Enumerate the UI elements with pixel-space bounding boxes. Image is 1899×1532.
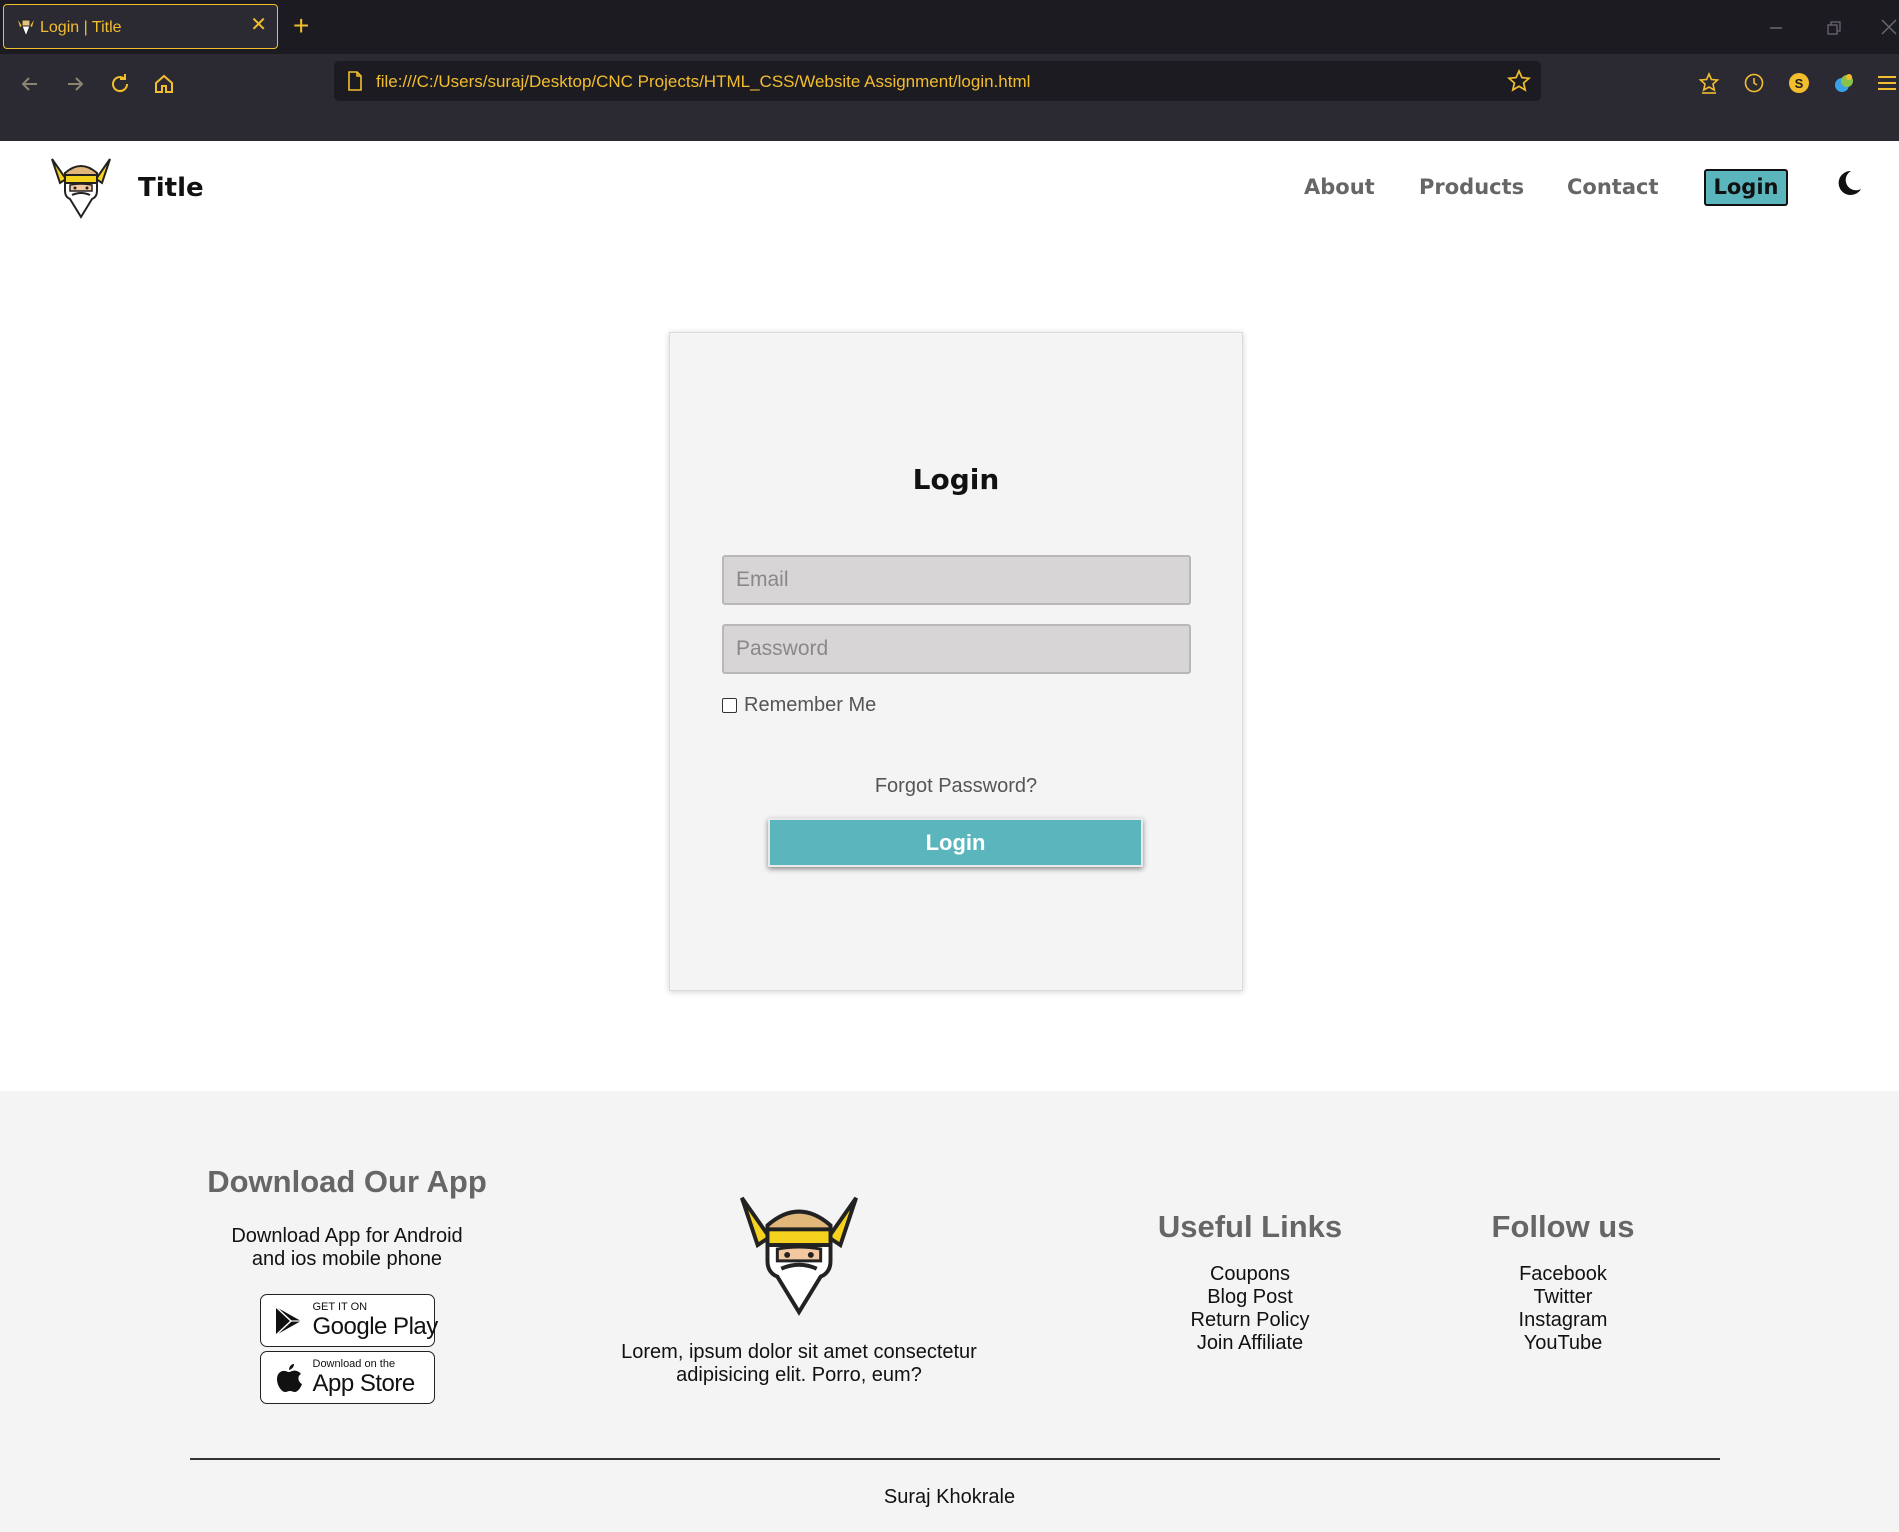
bookmarks-icon	[1698, 72, 1720, 94]
nav-link-contact[interactable]: Contact	[1567, 175, 1659, 199]
app-store-big-text: App Store	[312, 1370, 416, 1397]
google-play-big-text: Google Play	[312, 1313, 439, 1340]
restore-icon[interactable]	[1826, 20, 1842, 36]
back-button[interactable]	[12, 66, 48, 102]
minimize-icon[interactable]	[1768, 20, 1784, 36]
footer-credit: Suraj Khokrale	[883, 1486, 1016, 1508]
google-play-icon	[274, 1306, 301, 1336]
remember-me[interactable]: Remember Me	[722, 693, 876, 717]
logo-favicon-icon	[18, 19, 34, 37]
url-bar[interactable]: file:///C:/Users/suraj/Desktop/CNC Proje…	[334, 61, 1541, 101]
remember-me-label[interactable]: Remember Me	[744, 694, 876, 717]
google-play-small-text: GET IT ON	[312, 1301, 368, 1313]
extension-icon	[1835, 74, 1853, 92]
site-header: Title About Products Contact Login	[0, 141, 1899, 233]
app-store-small-text: Download on the	[312, 1358, 396, 1370]
footer-link-blog-post[interactable]: Blog Post	[1130, 1286, 1370, 1309]
download-app-heading: Download Our App	[207, 1164, 487, 1199]
page-icon	[348, 71, 362, 91]
footer-logo-icon	[740, 1196, 858, 1316]
footer-useful-links: Useful Links Coupons Blog Post Return Po…	[1130, 1209, 1370, 1355]
site-footer: Download Our App Download App for Androi…	[0, 1091, 1899, 1532]
extension-button[interactable]	[1829, 68, 1859, 98]
app-store-badge[interactable]: Download on the App Store	[259, 1351, 435, 1404]
remember-me-checkbox[interactable]	[722, 697, 737, 713]
follow-us-heading: Follow us	[1491, 1209, 1635, 1244]
account-button[interactable]: S	[1784, 68, 1814, 98]
login-card: Login Remember Me Forgot Password? Login	[669, 332, 1243, 991]
nav-link-products[interactable]: Products	[1419, 175, 1524, 199]
download-app-text-1: Download App for Android	[231, 1225, 463, 1247]
nav-login-button[interactable]: Login	[1704, 169, 1788, 206]
history-clock-icon	[1744, 73, 1764, 93]
footer-about: Lorem, ipsum dolor sit amet consectetur …	[574, 1341, 1024, 1387]
menu-button[interactable]	[1872, 68, 1899, 98]
reload-button[interactable]	[102, 66, 138, 102]
email-input[interactable]	[722, 555, 1191, 605]
back-arrow-icon	[21, 77, 37, 91]
apple-icon	[276, 1364, 302, 1392]
forgot-password-link[interactable]: Forgot Password?	[670, 775, 1242, 798]
footer-link-instagram[interactable]: Instagram	[1443, 1309, 1683, 1332]
nav-link-about[interactable]: About	[1304, 175, 1375, 199]
bookmarks-toolbar-button[interactable]	[1694, 68, 1724, 98]
browser-tab[interactable]: Login | Title ✕	[3, 4, 278, 49]
footer-link-facebook[interactable]: Facebook	[1443, 1263, 1683, 1286]
site-title[interactable]: Title	[138, 173, 204, 203]
home-icon	[155, 74, 173, 93]
footer-link-return-policy[interactable]: Return Policy	[1130, 1309, 1370, 1332]
useful-links-heading: Useful Links	[1157, 1209, 1343, 1244]
browser-tab-bar: Login | Title ✕ +	[0, 0, 1899, 54]
footer-about-text-1: Lorem, ipsum dolor sit amet consectetur	[621, 1341, 977, 1363]
close-tab-icon[interactable]: ✕	[250, 15, 267, 35]
footer-follow-us: Follow us Facebook Twitter Instagram You…	[1443, 1209, 1683, 1355]
login-submit-button[interactable]: Login	[768, 818, 1143, 867]
google-play-badge[interactable]: GET IT ON Google Play	[259, 1294, 439, 1347]
hamburger-menu-icon	[1878, 76, 1896, 90]
footer-about-text-2: adipisicing elit. Porro, eum?	[676, 1364, 922, 1386]
svg-text:S: S	[1795, 76, 1804, 91]
footer-link-join-affiliate[interactable]: Join Affiliate	[1130, 1332, 1370, 1355]
footer-link-twitter[interactable]: Twitter	[1443, 1286, 1683, 1309]
forward-button[interactable]	[57, 66, 93, 102]
history-button[interactable]	[1739, 68, 1769, 98]
logo-icon[interactable]	[48, 153, 114, 219]
forward-arrow-icon	[68, 77, 84, 91]
footer-download-app: Download Our App Download App for Androi…	[187, 1164, 507, 1404]
dark-mode-moon-icon[interactable]	[1836, 169, 1862, 197]
new-tab-button[interactable]: +	[293, 12, 309, 40]
window-close-icon[interactable]	[1880, 18, 1898, 36]
footer-divider	[190, 1458, 1720, 1460]
footer-link-youtube[interactable]: YouTube	[1443, 1332, 1683, 1355]
login-heading: Login	[912, 463, 1000, 496]
download-app-text-2: and ios mobile phone	[251, 1248, 443, 1270]
account-s-icon: S	[1789, 73, 1809, 93]
home-button[interactable]	[146, 66, 182, 102]
browser-toolbar: file:///C:/Users/suraj/Desktop/CNC Proje…	[0, 54, 1899, 141]
password-input[interactable]	[722, 624, 1191, 674]
tab-title: Login | Title	[40, 19, 122, 36]
footer-link-coupons[interactable]: Coupons	[1130, 1263, 1370, 1286]
url-text[interactable]: file:///C:/Users/suraj/Desktop/CNC Proje…	[376, 72, 1030, 92]
bookmark-star-icon[interactable]	[1507, 69, 1531, 93]
reload-icon	[112, 74, 129, 93]
